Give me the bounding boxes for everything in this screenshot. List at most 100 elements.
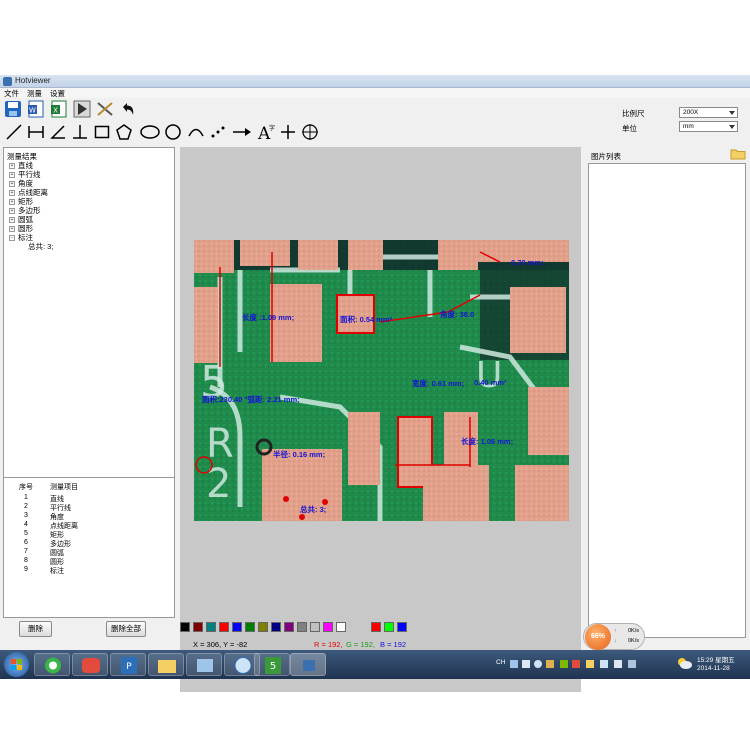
row-index: 3 (24, 512, 28, 519)
angle-tool-icon[interactable] (48, 122, 68, 142)
measurement-label[interactable]: 长度 :1.09 mm; (242, 312, 294, 323)
ellipse-tool-icon[interactable] (140, 122, 160, 142)
color-swatch[interactable] (232, 622, 242, 632)
clock-time[interactable]: 15:29 星期五 (697, 654, 735, 664)
weather-icon[interactable] (676, 656, 692, 670)
measurement-label[interactable]: 长度: 1.06 mm; (461, 436, 513, 447)
color-swatch[interactable] (258, 622, 268, 632)
taskbar-app-explorer[interactable] (148, 653, 184, 676)
taskbar-app-window[interactable] (186, 653, 222, 676)
taskbar-app-s[interactable]: 5 (254, 653, 290, 676)
svg-text:字: 字 (269, 124, 275, 132)
polygon-tool-icon[interactable] (114, 122, 134, 142)
measurement-label[interactable]: 总共: 3; (300, 504, 326, 515)
arc-tool-icon[interactable] (186, 122, 206, 142)
column-header-item: 测量项目 (50, 484, 78, 491)
scale-value: 200X (683, 109, 699, 116)
arrow-tool-icon[interactable] (232, 122, 252, 142)
menu-file[interactable]: 文件 (4, 88, 19, 99)
color-swatch[interactable] (297, 622, 307, 632)
color-swatch[interactable] (323, 622, 333, 632)
color-swatch[interactable] (336, 622, 346, 632)
row-index: 4 (24, 521, 28, 528)
taskbar-app-photoshop[interactable]: P (110, 653, 146, 676)
excel-export-icon[interactable]: X (49, 99, 69, 119)
image-list-title: 图片列表 (591, 152, 621, 161)
color-swatch[interactable] (180, 622, 190, 632)
copper-pad (515, 465, 569, 521)
target-tool-icon[interactable] (300, 122, 320, 142)
color-swatch[interactable] (397, 622, 407, 632)
measurement-label[interactable]: 0.70 mm; (511, 258, 544, 267)
copper-pad (240, 240, 290, 266)
list-item[interactable]: 标注 (50, 566, 64, 576)
color-swatch[interactable] (193, 622, 203, 632)
crosshair-tool-icon[interactable] (278, 122, 298, 142)
folder-icon[interactable] (730, 147, 746, 160)
text-tool-icon[interactable]: A字 (256, 122, 276, 142)
copper-pad (423, 465, 489, 521)
color-swatch[interactable] (371, 622, 381, 632)
color-swatch[interactable] (310, 622, 320, 632)
menu-measure[interactable]: 测量 (27, 88, 42, 99)
image-list-panel[interactable] (588, 163, 746, 638)
svg-text:X: X (53, 107, 58, 115)
silkscreen-text: 2 (206, 461, 231, 507)
color-swatch[interactable] (384, 622, 394, 632)
undo-icon[interactable] (118, 99, 138, 119)
copper-pad (194, 240, 234, 273)
column-header-index: 序号 (19, 484, 33, 491)
measurement-label[interactable]: 0.40 mm² (474, 378, 507, 387)
scale-select[interactable]: 200X (679, 107, 738, 118)
collapse-icon[interactable]: − (9, 235, 15, 242)
delete-button[interactable]: 删除 (19, 621, 52, 637)
tree-child-total[interactable]: 总共: 3; (28, 241, 53, 252)
unit-select[interactable]: mm (679, 121, 738, 132)
menu-settings[interactable]: 设置 (50, 88, 65, 99)
color-swatch[interactable] (206, 622, 216, 632)
taskbar-app-hotviewer[interactable] (290, 653, 326, 676)
perpendicular-tool-icon[interactable] (70, 122, 90, 142)
color-swatch[interactable] (219, 622, 229, 632)
network-widget[interactable]: 66% ↑ 0K/s ↓ 0K/s (583, 623, 645, 650)
annotation-point (283, 496, 289, 502)
chevron-down-icon (729, 125, 735, 129)
menu-bar: 文件 测量 设置 (0, 88, 750, 98)
system-tray (508, 658, 648, 670)
parallel-tool-icon[interactable] (26, 122, 46, 142)
color-swatch[interactable] (284, 622, 294, 632)
measurement-label[interactable]: 面积: 0.54 mm² (340, 314, 392, 325)
measurement-label[interactable]: 角度: 38.0 (440, 309, 474, 320)
save-icon[interactable] (3, 99, 23, 119)
scale-label: 比例尺 (622, 109, 645, 118)
svg-text:5: 5 (270, 661, 276, 672)
circle-tool-icon[interactable] (163, 122, 183, 142)
rectangle-tool-icon[interactable] (92, 122, 112, 142)
color-swatch[interactable] (245, 622, 255, 632)
delete-all-button[interactable]: 删除全部 (106, 621, 146, 637)
network-percent: 66% (585, 624, 611, 650)
row-index: 8 (24, 557, 28, 564)
measurement-label[interactable]: 面积:230.40 °弧距: 2.21 mm; (202, 394, 300, 405)
color-swatch[interactable] (271, 622, 281, 632)
input-language[interactable]: CH (496, 659, 505, 666)
pcb-image[interactable]: 5 R 2 U (180, 147, 581, 692)
line-tool-icon[interactable] (4, 122, 24, 142)
upload-speed: 0K/s (628, 628, 640, 634)
word-export-icon[interactable]: W (26, 99, 46, 119)
taskbar-app-browser[interactable] (34, 653, 70, 676)
taskbar-app-chat[interactable] (72, 653, 108, 676)
point-line-tool-icon[interactable] (208, 122, 228, 142)
measurement-label[interactable]: 宽度: 0.61 mm; (412, 378, 464, 389)
pixel-g-value: G = 192, (346, 640, 375, 649)
row-index: 2 (24, 503, 28, 510)
clear-tools-icon[interactable] (95, 99, 115, 119)
image-canvas[interactable]: 5 R 2 U 长度 :1.09 mm; 面积: 0.54 mm² 角度: 38… (180, 147, 581, 692)
play-icon[interactable] (72, 99, 92, 119)
copper-pad (298, 240, 338, 270)
measure-item-list: 序号 测量项目 1 直线 2 平行线 3 角度 4 点线距离 5 矩形 6 多边形 7 圆弧 … (3, 477, 175, 618)
app-icon (3, 77, 12, 86)
clock-date[interactable]: 2014-11-28 (697, 665, 730, 672)
measurement-label[interactable]: 半径: 0.16 mm; (273, 449, 325, 460)
start-button[interactable] (4, 652, 29, 677)
